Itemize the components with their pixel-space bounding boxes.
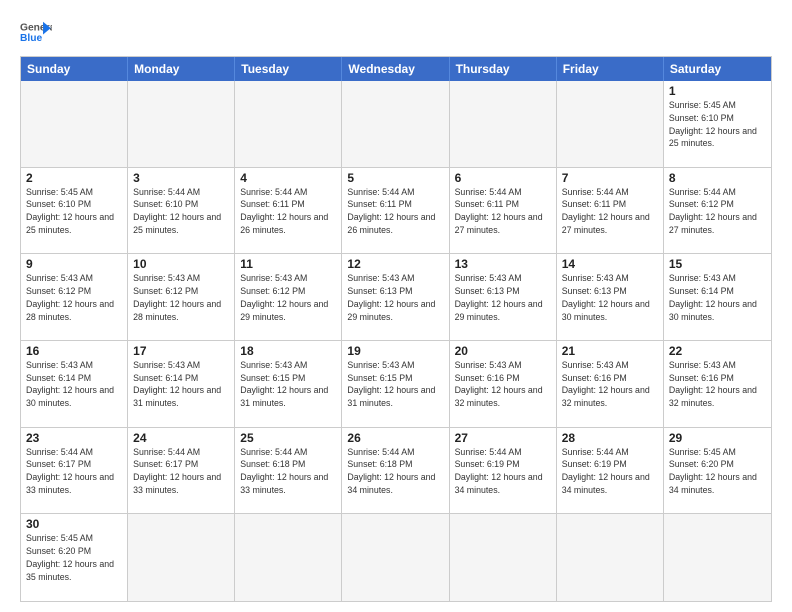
day-cell-11: 11Sunrise: 5:43 AMSunset: 6:12 PMDayligh… bbox=[235, 254, 342, 341]
day-header-tuesday: Tuesday bbox=[235, 57, 342, 81]
day-cell-18: 18Sunrise: 5:43 AMSunset: 6:15 PMDayligh… bbox=[235, 341, 342, 428]
empty-cell bbox=[235, 81, 342, 168]
day-headers-row: SundayMondayTuesdayWednesdayThursdayFrid… bbox=[21, 57, 771, 81]
day-cell-29: 29Sunrise: 5:45 AMSunset: 6:20 PMDayligh… bbox=[664, 428, 771, 515]
day-cell-17: 17Sunrise: 5:43 AMSunset: 6:14 PMDayligh… bbox=[128, 341, 235, 428]
day-cell-25: 25Sunrise: 5:44 AMSunset: 6:18 PMDayligh… bbox=[235, 428, 342, 515]
calendar: SundayMondayTuesdayWednesdayThursdayFrid… bbox=[20, 56, 772, 602]
day-cell-12: 12Sunrise: 5:43 AMSunset: 6:13 PMDayligh… bbox=[342, 254, 449, 341]
day-header-monday: Monday bbox=[128, 57, 235, 81]
empty-cell bbox=[557, 514, 664, 601]
empty-cell bbox=[450, 81, 557, 168]
day-cell-14: 14Sunrise: 5:43 AMSunset: 6:13 PMDayligh… bbox=[557, 254, 664, 341]
day-cell-20: 20Sunrise: 5:43 AMSunset: 6:16 PMDayligh… bbox=[450, 341, 557, 428]
day-cell-16: 16Sunrise: 5:43 AMSunset: 6:14 PMDayligh… bbox=[21, 341, 128, 428]
day-cell-19: 19Sunrise: 5:43 AMSunset: 6:15 PMDayligh… bbox=[342, 341, 449, 428]
day-cell-4: 4Sunrise: 5:44 AMSunset: 6:11 PMDaylight… bbox=[235, 168, 342, 255]
day-cell-2: 2Sunrise: 5:45 AMSunset: 6:10 PMDaylight… bbox=[21, 168, 128, 255]
day-cell-24: 24Sunrise: 5:44 AMSunset: 6:17 PMDayligh… bbox=[128, 428, 235, 515]
empty-cell bbox=[664, 514, 771, 601]
empty-cell bbox=[128, 81, 235, 168]
day-cell-23: 23Sunrise: 5:44 AMSunset: 6:17 PMDayligh… bbox=[21, 428, 128, 515]
day-cell-1: 1Sunrise: 5:45 AMSunset: 6:10 PMDaylight… bbox=[664, 81, 771, 168]
empty-cell bbox=[557, 81, 664, 168]
empty-cell bbox=[342, 514, 449, 601]
svg-text:Blue: Blue bbox=[20, 33, 42, 44]
empty-cell bbox=[128, 514, 235, 601]
day-cell-3: 3Sunrise: 5:44 AMSunset: 6:10 PMDaylight… bbox=[128, 168, 235, 255]
day-cell-27: 27Sunrise: 5:44 AMSunset: 6:19 PMDayligh… bbox=[450, 428, 557, 515]
day-cell-10: 10Sunrise: 5:43 AMSunset: 6:12 PMDayligh… bbox=[128, 254, 235, 341]
day-cell-7: 7Sunrise: 5:44 AMSunset: 6:11 PMDaylight… bbox=[557, 168, 664, 255]
day-cell-8: 8Sunrise: 5:44 AMSunset: 6:12 PMDaylight… bbox=[664, 168, 771, 255]
day-header-saturday: Saturday bbox=[664, 57, 771, 81]
empty-cell bbox=[235, 514, 342, 601]
day-header-sunday: Sunday bbox=[21, 57, 128, 81]
calendar-grid: 1Sunrise: 5:45 AMSunset: 6:10 PMDaylight… bbox=[21, 81, 771, 601]
day-header-thursday: Thursday bbox=[450, 57, 557, 81]
logo: General Blue bbox=[20, 16, 52, 48]
day-cell-6: 6Sunrise: 5:44 AMSunset: 6:11 PMDaylight… bbox=[450, 168, 557, 255]
day-cell-9: 9Sunrise: 5:43 AMSunset: 6:12 PMDaylight… bbox=[21, 254, 128, 341]
day-header-friday: Friday bbox=[557, 57, 664, 81]
day-cell-15: 15Sunrise: 5:43 AMSunset: 6:14 PMDayligh… bbox=[664, 254, 771, 341]
day-cell-21: 21Sunrise: 5:43 AMSunset: 6:16 PMDayligh… bbox=[557, 341, 664, 428]
day-cell-22: 22Sunrise: 5:43 AMSunset: 6:16 PMDayligh… bbox=[664, 341, 771, 428]
empty-cell bbox=[342, 81, 449, 168]
day-cell-5: 5Sunrise: 5:44 AMSunset: 6:11 PMDaylight… bbox=[342, 168, 449, 255]
empty-cell bbox=[450, 514, 557, 601]
day-cell-28: 28Sunrise: 5:44 AMSunset: 6:19 PMDayligh… bbox=[557, 428, 664, 515]
day-cell-26: 26Sunrise: 5:44 AMSunset: 6:18 PMDayligh… bbox=[342, 428, 449, 515]
day-header-wednesday: Wednesday bbox=[342, 57, 449, 81]
empty-cell bbox=[21, 81, 128, 168]
day-cell-30: 30Sunrise: 5:45 AMSunset: 6:20 PMDayligh… bbox=[21, 514, 128, 601]
day-cell-13: 13Sunrise: 5:43 AMSunset: 6:13 PMDayligh… bbox=[450, 254, 557, 341]
